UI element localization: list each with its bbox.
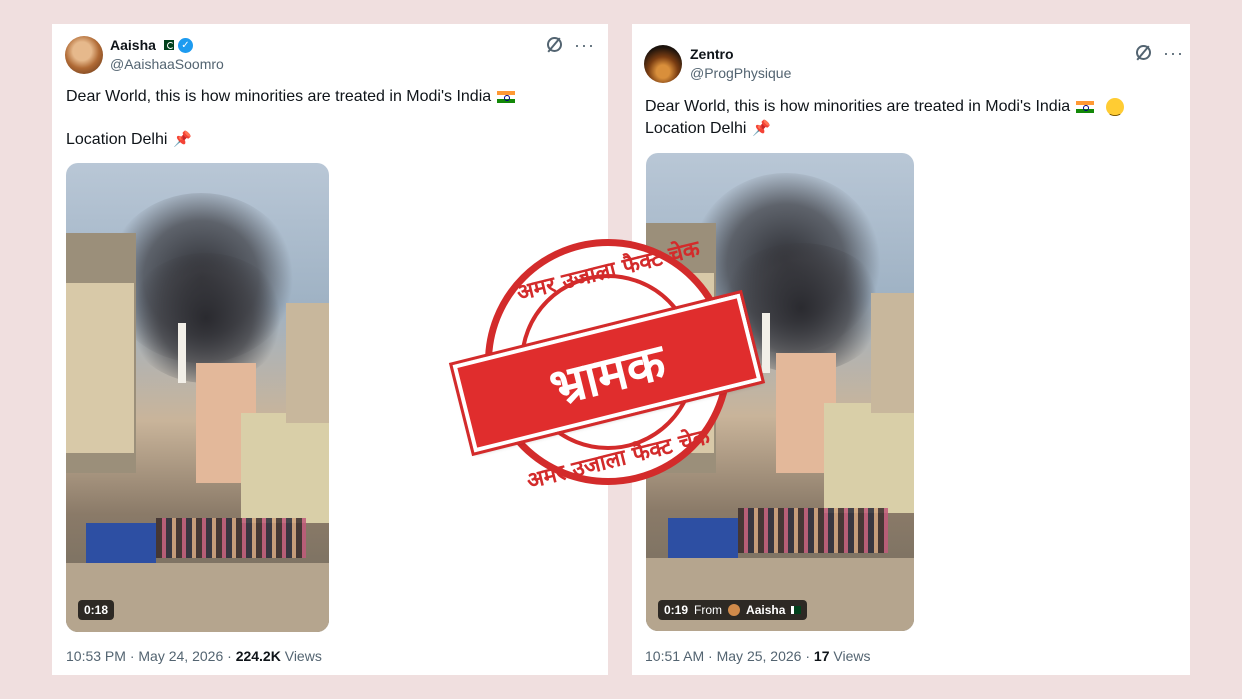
views-count: 17 (813, 648, 830, 664)
tweet-text-line2: Location Delhi 📌 (66, 129, 192, 151)
author-name-row[interactable]: Zentro (690, 46, 734, 62)
pushpin-icon: 📌 (173, 131, 193, 148)
author-name[interactable]: Aaisha (110, 37, 156, 53)
pakistan-flag-icon (791, 606, 802, 614)
india-flag-icon (497, 91, 516, 103)
tweet-meta: 10:53 PM · May 24, 2026 · 224.2K Views (66, 648, 322, 664)
more-icon[interactable]: ··· (1163, 44, 1184, 62)
fact-check-stamp: अमर उजाला फैक्ट चेक भ्रामक अमर उजाला फैक… (449, 233, 765, 518)
author-handle[interactable]: @ProgPhysique (690, 65, 791, 81)
tweet-time[interactable]: 10:51 AM (645, 648, 704, 664)
india-flag-icon (1076, 101, 1095, 113)
tweet-text-line1: Dear World, this is how minorities are t… (66, 86, 516, 108)
author-handle[interactable]: @AaishaaSoomro (110, 56, 224, 72)
more-icon[interactable]: ··· (574, 36, 595, 54)
views-label: Views (833, 648, 871, 664)
stamp-verdict: भ्रामक (543, 332, 671, 418)
mini-avatar (728, 604, 741, 616)
tweet-text-line2: Location Delhi 📌 (645, 118, 771, 140)
author-name[interactable]: Zentro (690, 46, 734, 62)
pakistan-flag-icon (159, 40, 174, 50)
grok-icon[interactable] (547, 37, 562, 52)
pushpin-icon: 📌 (752, 120, 772, 137)
video-source-name[interactable]: Aaisha (746, 603, 785, 617)
tweet-video[interactable]: 0:18 (66, 163, 329, 632)
tweet-date[interactable]: May 24, 2026 (138, 648, 223, 664)
tweet-actions-top: ··· (547, 36, 595, 54)
tweet-location: Location Delhi (66, 131, 168, 148)
tweet-location: Location Delhi (645, 120, 747, 137)
views-label: Views (284, 648, 322, 664)
views-count: 224.2K (235, 648, 281, 664)
video-duration: 0:18 (78, 600, 115, 620)
grok-icon[interactable] (1136, 45, 1151, 60)
smile-icon (1106, 98, 1125, 120)
tweet-time[interactable]: 10:53 PM (66, 648, 126, 664)
verified-icon: ✓ (177, 37, 193, 53)
tweet-text-line1: Dear World, this is how minorities are t… (645, 96, 1125, 120)
tweet-meta: 10:51 AM · May 25, 2026 · 17 Views (645, 648, 871, 664)
tweet-text: Dear World, this is how minorities are t… (645, 98, 1071, 115)
tweet-actions-top: ··· (1136, 44, 1184, 62)
video-duration: 0:19 From Aaisha (658, 600, 808, 620)
avatar[interactable] (644, 45, 682, 83)
tweet-date[interactable]: May 25, 2026 (717, 648, 802, 664)
tweet-text: Dear World, this is how minorities are t… (66, 88, 492, 105)
author-name-row[interactable]: Aaisha ✓ (110, 37, 193, 53)
avatar[interactable] (65, 36, 103, 74)
